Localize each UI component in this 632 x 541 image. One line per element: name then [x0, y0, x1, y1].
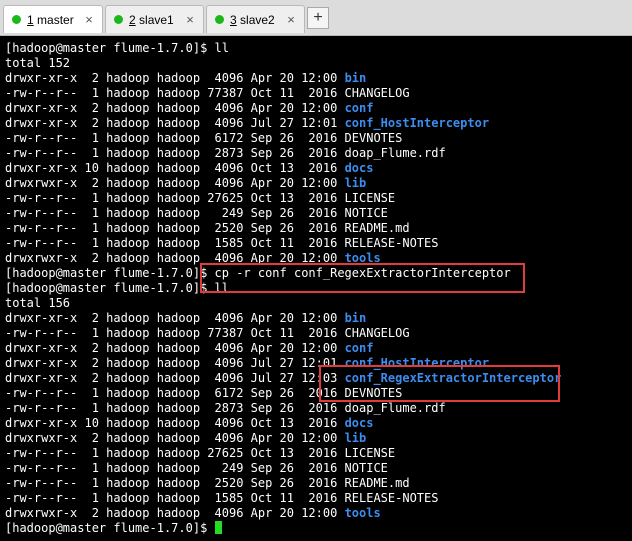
terminal-line: drwxrwxr-x 2 hadoop hadoop 4096 Apr 20 1…: [5, 431, 561, 446]
line-text: drwxrwxr-x 2 hadoop hadoop 4096 Apr 20 1…: [5, 431, 345, 445]
add-tab-button[interactable]: +: [307, 7, 329, 29]
line-text: -rw-r--r-- 1 hadoop hadoop 77387 Oct 11 …: [5, 86, 410, 100]
terminal-line: drwxr-xr-x 2 hadoop hadoop 4096 Apr 20 1…: [5, 341, 561, 356]
terminal-line: -rw-r--r-- 1 hadoop hadoop 2520 Sep 26 2…: [5, 476, 561, 491]
terminal-line: -rw-r--r-- 1 hadoop hadoop 77387 Oct 11 …: [5, 86, 561, 101]
terminal-line: total 152: [5, 56, 561, 71]
terminal-line: drwxrwxr-x 2 hadoop hadoop 4096 Apr 20 1…: [5, 176, 561, 191]
line-text: drwxr-xr-x 2 hadoop hadoop 4096 Apr 20 1…: [5, 101, 345, 115]
terminal-line: -rw-r--r-- 1 hadoop hadoop 27625 Oct 13 …: [5, 191, 561, 206]
line-text: -rw-r--r-- 1 hadoop hadoop 2873 Sep 26 2…: [5, 146, 446, 160]
line-text: -rw-r--r-- 1 hadoop hadoop 2520 Sep 26 2…: [5, 221, 410, 235]
line-text: [hadoop@master flume-1.7.0]$ ll: [5, 41, 229, 55]
terminal-line: drwxrwxr-x 2 hadoop hadoop 4096 Apr 20 1…: [5, 506, 561, 521]
terminal-line: drwxr-xr-x 2 hadoop hadoop 4096 Apr 20 1…: [5, 71, 561, 86]
terminal-line: [hadoop@master flume-1.7.0]$: [5, 521, 561, 536]
line-text: drwxr-xr-x 2 hadoop hadoop 4096 Apr 20 1…: [5, 71, 345, 85]
directory-name: tools: [344, 506, 381, 520]
directory-name: lib: [344, 176, 367, 190]
line-text: -rw-r--r-- 1 hadoop hadoop 1585 Oct 11 2…: [5, 236, 439, 250]
line-text: -rw-r--r-- 1 hadoop hadoop 1585 Oct 11 2…: [5, 491, 439, 505]
line-text: drwxr-xr-x 2 hadoop hadoop 4096 Jul 27 1…: [5, 371, 345, 385]
directory-name: bin: [344, 311, 367, 325]
close-tab-icon[interactable]: ×: [284, 12, 298, 27]
line-text: -rw-r--r-- 1 hadoop hadoop 249 Sep 26 20…: [5, 206, 388, 220]
terminal-line: drwxr-xr-x 2 hadoop hadoop 4096 Apr 20 1…: [5, 311, 561, 326]
tab-slave2[interactable]: 3 slave2 ×: [206, 5, 305, 33]
tab-label: 2 slave1: [129, 12, 174, 27]
close-tab-icon[interactable]: ×: [82, 12, 96, 27]
line-text: drwxr-xr-x 2 hadoop hadoop 4096 Apr 20 1…: [5, 341, 345, 355]
line-text: -rw-r--r-- 1 hadoop hadoop 6172 Sep 26 2…: [5, 131, 403, 145]
command-highlight-box: [200, 263, 525, 293]
directory-name: conf: [344, 341, 374, 355]
close-tab-icon[interactable]: ×: [183, 12, 197, 27]
line-text: -rw-r--r-- 1 hadoop hadoop 2520 Sep 26 2…: [5, 476, 410, 490]
terminal-line: drwxr-xr-x 2 hadoop hadoop 4096 Apr 20 1…: [5, 101, 561, 116]
directory-name: conf_HostInterceptor: [344, 116, 490, 130]
line-text: -rw-r--r-- 1 hadoop hadoop 2873 Sep 26 2…: [5, 401, 446, 415]
directory-name: bin: [344, 71, 367, 85]
terminal-line: -rw-r--r-- 1 hadoop hadoop 27625 Oct 13 …: [5, 446, 561, 461]
terminal-line: -rw-r--r-- 1 hadoop hadoop 1585 Oct 11 2…: [5, 491, 561, 506]
terminal-line: -rw-r--r-- 1 hadoop hadoop 2873 Sep 26 2…: [5, 146, 561, 161]
line-text: -rw-r--r-- 1 hadoop hadoop 27625 Oct 13 …: [5, 191, 396, 205]
connected-status-icon: [215, 15, 224, 24]
terminal-line: -rw-r--r-- 1 hadoop hadoop 2873 Sep 26 2…: [5, 401, 561, 416]
line-text: total 152: [5, 56, 71, 70]
directory-name: docs: [344, 161, 374, 175]
connected-status-icon: [12, 15, 21, 24]
tab-master[interactable]: 1 master ×: [3, 5, 103, 33]
line-text: total 156: [5, 296, 71, 310]
terminal-line: -rw-r--r-- 1 hadoop hadoop 249 Sep 26 20…: [5, 461, 561, 476]
line-text: drwxr-xr-x 2 hadoop hadoop 4096 Jul 27 1…: [5, 116, 345, 130]
terminal-line: -rw-r--r-- 1 hadoop hadoop 249 Sep 26 20…: [5, 206, 561, 221]
connected-status-icon: [114, 15, 123, 24]
line-text: -rw-r--r-- 1 hadoop hadoop 77387 Oct 11 …: [5, 326, 410, 340]
directory-name: conf: [344, 101, 374, 115]
line-text: drwxrwxr-x 2 hadoop hadoop 4096 Apr 20 1…: [5, 176, 345, 190]
line-text: drwxrwxr-x 2 hadoop hadoop 4096 Apr 20 1…: [5, 506, 345, 520]
tab-slave1[interactable]: 2 slave1 ×: [105, 5, 204, 33]
terminal-line: drwxr-xr-x 10 hadoop hadoop 4096 Oct 13 …: [5, 416, 561, 431]
line-text: drwxr-xr-x 2 hadoop hadoop 4096 Apr 20 1…: [5, 311, 345, 325]
terminal-line: drwxr-xr-x 10 hadoop hadoop 4096 Oct 13 …: [5, 161, 561, 176]
directory-name: docs: [344, 416, 374, 430]
directory-name: lib: [344, 431, 367, 445]
tab-label: 1 master: [27, 12, 74, 27]
line-text: -rw-r--r-- 1 hadoop hadoop 249 Sep 26 20…: [5, 461, 388, 475]
line-text: -rw-r--r-- 1 hadoop hadoop 27625 Oct 13 …: [5, 446, 396, 460]
new-directory-highlight-box: [319, 365, 560, 402]
tab-label: 3 slave2: [230, 12, 275, 27]
terminal-line: -rw-r--r-- 1 hadoop hadoop 2520 Sep 26 2…: [5, 221, 561, 236]
terminal-output[interactable]: [hadoop@master flume-1.7.0]$ ll total 152…: [0, 36, 632, 541]
line-text: [hadoop@master flume-1.7.0]$: [5, 521, 215, 535]
line-text: drwxr-xr-x 10 hadoop hadoop 4096 Oct 13 …: [5, 416, 345, 430]
terminal-line: drwxr-xr-x 2 hadoop hadoop 4096 Jul 27 1…: [5, 116, 561, 131]
line-text: drwxr-xr-x 10 hadoop hadoop 4096 Oct 13 …: [5, 161, 345, 175]
terminal-line: -rw-r--r-- 1 hadoop hadoop 6172 Sep 26 2…: [5, 131, 561, 146]
terminal-line: -rw-r--r-- 1 hadoop hadoop 77387 Oct 11 …: [5, 326, 561, 341]
terminal-line: -rw-r--r-- 1 hadoop hadoop 1585 Oct 11 2…: [5, 236, 561, 251]
tab-bar: 1 master × 2 slave1 × 3 slave2 × +: [0, 0, 632, 36]
line-text: [hadoop@master flume-1.7.0]$ ll: [5, 281, 229, 295]
line-text: drwxr-xr-x 2 hadoop hadoop 4096 Jul 27 1…: [5, 356, 345, 370]
cursor-icon: [214, 521, 222, 534]
terminal-line: [hadoop@master flume-1.7.0]$ ll: [5, 41, 561, 56]
terminal-line: total 156: [5, 296, 561, 311]
